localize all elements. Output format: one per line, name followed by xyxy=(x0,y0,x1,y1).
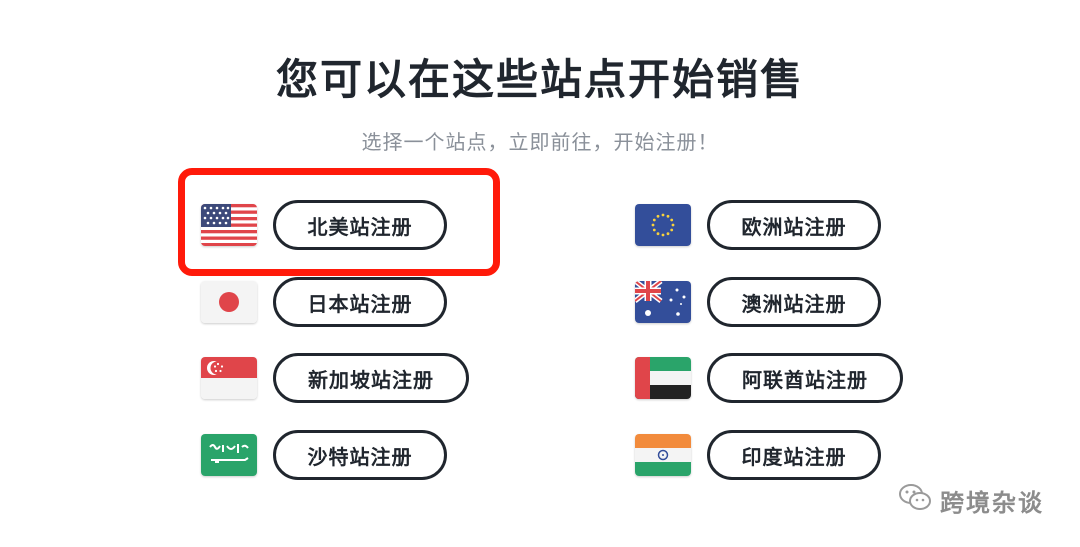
eu-flag-icon xyxy=(635,204,691,246)
register-saudi-button[interactable]: 沙特站注册 xyxy=(273,430,447,480)
register-north-america-button[interactable]: 北美站注册 xyxy=(273,200,447,250)
watermark: 跨境杂谈 xyxy=(898,482,1044,518)
page-subtitle: 选择一个站点，立即前往，开始注册！ xyxy=(361,130,719,154)
wechat-icon xyxy=(898,482,932,518)
watermark-text: 跨境杂谈 xyxy=(940,488,1044,517)
register-singapore-button[interactable]: 新加坡站注册 xyxy=(273,353,469,403)
site-item-uae: 阿联酋站注册 xyxy=(635,353,915,409)
australia-flag-icon xyxy=(635,281,691,323)
site-item-north-america: 北美站注册 xyxy=(201,200,461,256)
register-japan-button[interactable]: 日本站注册 xyxy=(273,277,447,327)
singapore-flag-icon xyxy=(201,357,257,399)
site-item-saudi: 沙特站注册 xyxy=(201,430,461,486)
uae-flag-icon xyxy=(635,357,691,399)
saudi-flag-icon xyxy=(201,434,257,476)
register-europe-button[interactable]: 欧洲站注册 xyxy=(707,200,881,250)
japan-flag-icon xyxy=(201,281,257,323)
page-title: 您可以在这些站点开始销售 xyxy=(275,55,804,104)
site-item-europe: 欧洲站注册 xyxy=(635,200,895,256)
india-flag-icon xyxy=(635,434,691,476)
site-item-singapore: 新加坡站注册 xyxy=(201,353,481,409)
register-uae-button[interactable]: 阿联酋站注册 xyxy=(707,353,903,403)
site-item-india: 印度站注册 xyxy=(635,430,895,486)
site-item-australia: 澳洲站注册 xyxy=(635,277,895,333)
us-flag-icon xyxy=(201,204,257,246)
site-item-japan: 日本站注册 xyxy=(201,277,461,333)
register-australia-button[interactable]: 澳洲站注册 xyxy=(707,277,881,327)
register-india-button[interactable]: 印度站注册 xyxy=(707,430,881,480)
